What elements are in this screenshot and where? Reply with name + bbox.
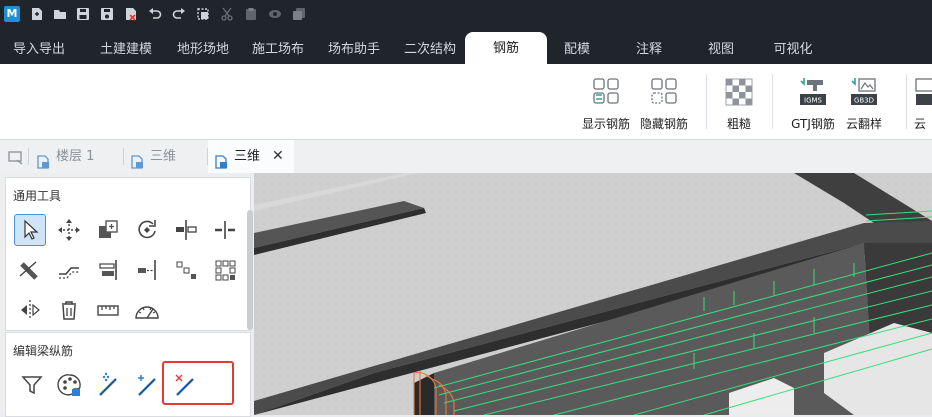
- main-tabbar: 导入导出 土建建模 地形场地 施工场布 场布助手 二次结构 钢筋 配模 注释 视…: [0, 32, 932, 64]
- offset-line-icon[interactable]: [53, 254, 85, 286]
- close-tab-icon[interactable]: ✕: [272, 140, 284, 173]
- redo-icon[interactable]: [172, 7, 186, 21]
- hide-rebar-label: 隐藏钢筋: [639, 117, 688, 131]
- ribbon-separator: [772, 74, 773, 129]
- document-icon: [36, 149, 50, 169]
- save-icon[interactable]: [76, 7, 90, 21]
- trim-tool-icon[interactable]: [14, 254, 46, 286]
- tab-formwork[interactable]: 配模: [548, 32, 606, 64]
- rough-button[interactable]: 粗糙: [718, 76, 760, 132]
- add-rebar-icon[interactable]: [130, 369, 162, 401]
- paste-icon[interactable]: [244, 7, 258, 21]
- tab-terrain[interactable]: 地形场地: [164, 32, 242, 64]
- tab-visualization[interactable]: 可视化: [758, 32, 828, 64]
- window-list-icon[interactable]: [8, 150, 24, 165]
- tab-site-layout[interactable]: 施工场布: [240, 32, 316, 64]
- quick-access-toolbar: M: [0, 0, 932, 32]
- split-tool-icon[interactable]: [209, 214, 241, 246]
- general-tools-group: 通用工具: [5, 177, 253, 331]
- gtj-rebar-label: GTJ钢筋: [791, 117, 835, 131]
- tab-civil-modeling[interactable]: 土建建模: [88, 32, 164, 64]
- save-as-icon[interactable]: [100, 7, 114, 21]
- mirror-offset-icon[interactable]: [170, 214, 202, 246]
- tab-rebar[interactable]: 钢筋: [465, 32, 547, 64]
- grid-array-icon[interactable]: [209, 254, 241, 286]
- gtj-import-icon: IGMS: [798, 76, 828, 108]
- point-array-icon[interactable]: [170, 254, 202, 286]
- mirror-tool-icon[interactable]: [14, 294, 46, 326]
- select-box-icon[interactable]: [196, 7, 210, 21]
- show-rebar-button[interactable]: 显示钢筋: [580, 76, 632, 132]
- general-tools-title: 通用工具: [13, 189, 62, 203]
- doc-tab-3d-active[interactable]: 三维 ✕: [208, 140, 294, 173]
- ribbon-panel: 显示钢筋 隐藏钢筋 粗糙 IGMS GTJ钢筋 GB3D 云翻样 云: [0, 64, 932, 140]
- panel-scrollbar[interactable]: [247, 210, 253, 330]
- tab-annotation[interactable]: 注释: [620, 32, 678, 64]
- show-rebar-label: 显示钢筋: [581, 117, 630, 131]
- gb3d-icon: GB3D: [849, 76, 879, 108]
- copy-icon[interactable]: [292, 7, 306, 21]
- ribbon-separator: [906, 74, 907, 129]
- tab-site-assistant[interactable]: 场布助手: [316, 32, 392, 64]
- cloud-flip-button[interactable]: GB3D 云翻样: [842, 76, 886, 132]
- angle-measure-icon[interactable]: [131, 294, 163, 326]
- copy-element-icon[interactable]: [92, 214, 124, 246]
- highlight-box: [162, 361, 234, 405]
- cloud-flip-label: 云翻样: [845, 117, 882, 131]
- rough-label: 粗糙: [726, 117, 751, 131]
- cloud-partial-label: 云: [914, 117, 927, 131]
- move-tool-icon[interactable]: [53, 214, 85, 246]
- tab-secondary-structure[interactable]: 二次结构: [392, 32, 468, 64]
- ribbon-separator: [706, 74, 707, 129]
- show-rebar-icon: [591, 76, 621, 108]
- 3d-viewport[interactable]: [254, 173, 932, 415]
- delete-trash-icon[interactable]: [53, 294, 85, 326]
- rotate-tool-icon[interactable]: [131, 214, 163, 246]
- select-tool[interactable]: [14, 214, 46, 246]
- hide-rebar-icon: [649, 76, 679, 108]
- undo-icon[interactable]: [148, 7, 162, 21]
- checker-texture-icon: [724, 76, 754, 108]
- palette-icon[interactable]: [54, 369, 86, 401]
- hide-rebar-button[interactable]: 隐藏钢筋: [638, 76, 690, 132]
- document-tabbar: 楼层 1 三维 三维 ✕: [0, 140, 932, 174]
- gtj-rebar-button[interactable]: IGMS GTJ钢筋: [788, 76, 838, 132]
- 3d-scene: [254, 173, 932, 415]
- cloud-partial-button[interactable]: 云: [914, 76, 932, 132]
- delete-file-icon[interactable]: [124, 7, 138, 21]
- cloud-partial-icon: [914, 76, 932, 108]
- filter-icon[interactable]: [16, 369, 48, 401]
- align-tool-icon[interactable]: [92, 254, 124, 286]
- gtj-badge-text: IGMS: [804, 97, 823, 105]
- add-rebar-points-icon[interactable]: [92, 369, 124, 401]
- tab-import-export[interactable]: 导入导出: [0, 32, 78, 64]
- app-logo: M: [4, 6, 20, 22]
- hide-icon[interactable]: [268, 7, 282, 21]
- cut-icon[interactable]: [220, 7, 234, 21]
- beam-rebar-title: 编辑梁纵筋: [13, 344, 74, 358]
- open-folder-icon[interactable]: [53, 7, 67, 21]
- gb-badge-text: GB3D: [854, 97, 874, 105]
- document-icon: [130, 149, 144, 169]
- doc-tab-3d[interactable]: 三维: [124, 140, 208, 173]
- extend-tool-icon[interactable]: [131, 254, 163, 286]
- new-file-icon[interactable]: [30, 7, 44, 21]
- doc-tab-floor-1[interactable]: 楼层 1: [28, 140, 124, 173]
- tab-view[interactable]: 视图: [692, 32, 750, 64]
- document-icon: [214, 149, 228, 169]
- measure-ruler-icon[interactable]: [92, 294, 124, 326]
